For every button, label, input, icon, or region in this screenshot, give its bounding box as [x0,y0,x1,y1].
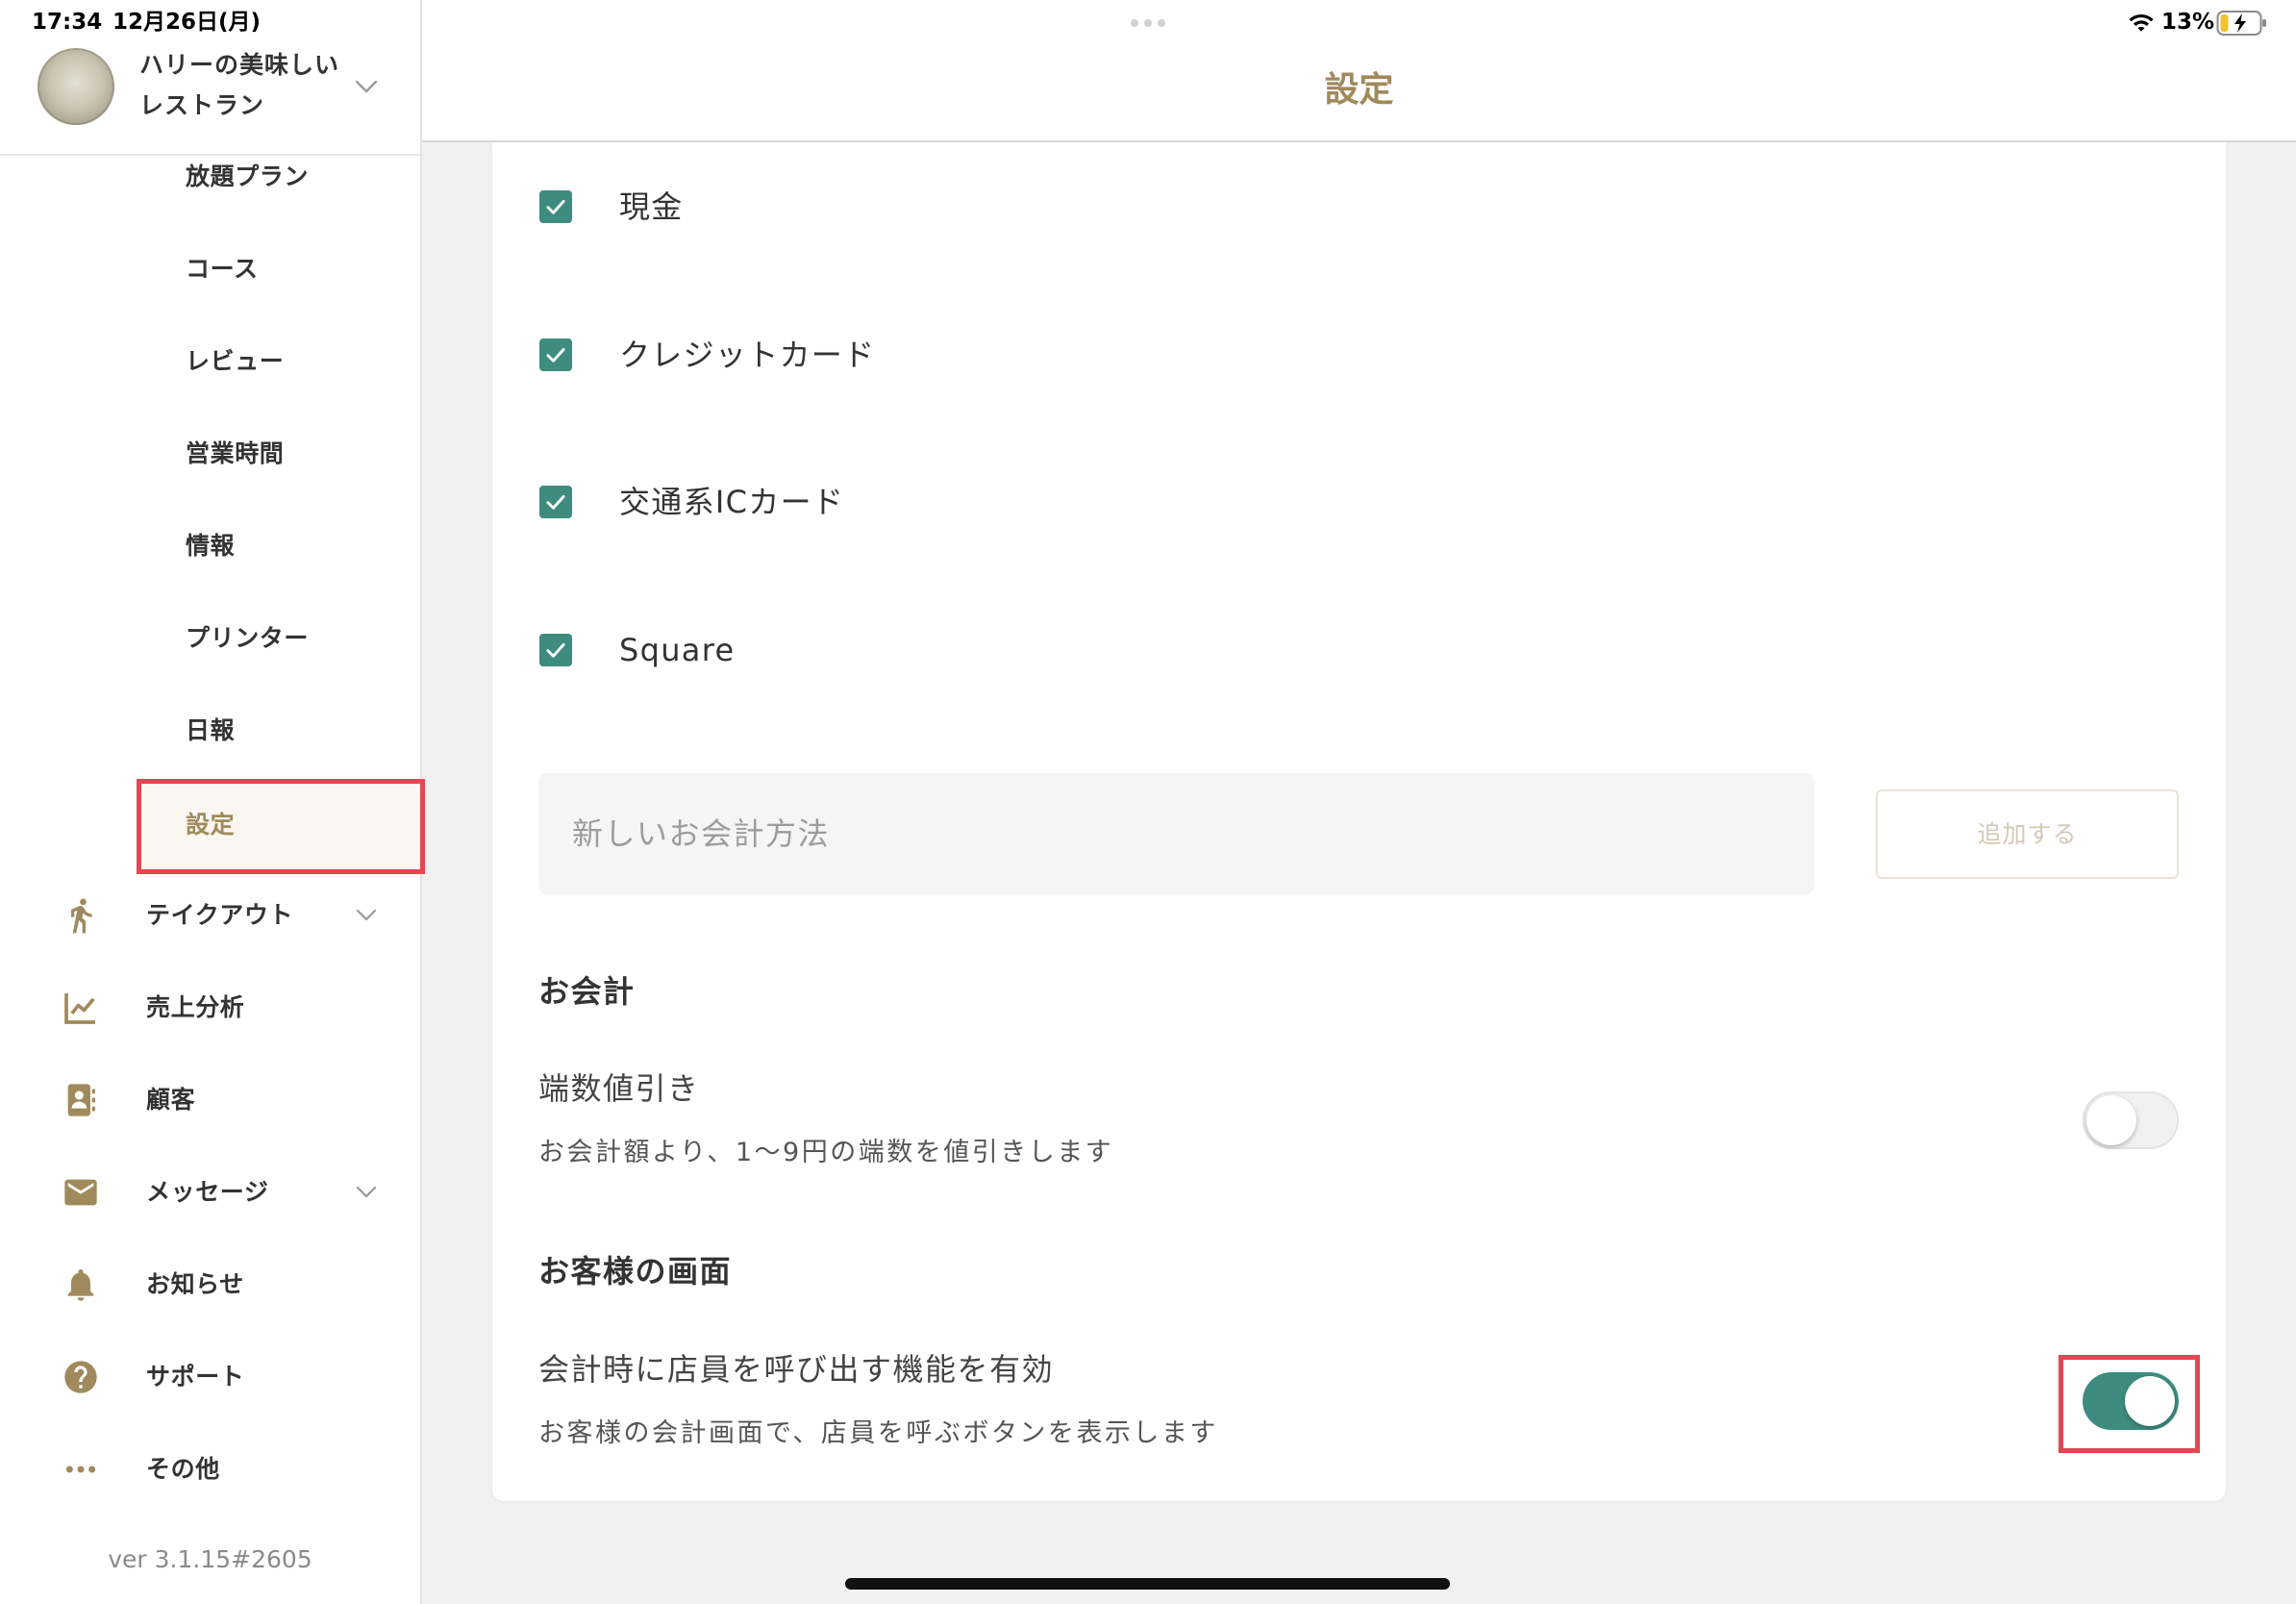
walking-person-icon [62,896,100,935]
sidebar-item-other[interactable]: その他 [0,1423,420,1516]
sidebar-item-customers[interactable]: 顧客 [0,1054,420,1146]
status-time: 17:34 [32,10,103,35]
sidebar-item-reviews[interactable]: レビュー [0,315,420,408]
sidebar-item-label: お知らせ [146,1270,244,1298]
sidebar-item-label: プリンター [186,624,310,652]
line-chart-icon [62,989,100,1027]
app-version: ver 3.1.15#2605 [108,1545,312,1573]
main-header: 設定 [422,0,2296,142]
battery-charging-icon [2216,10,2268,37]
contact-card-icon [62,1081,100,1119]
restaurant-name-line-2: レストラン [139,91,265,119]
restaurant-avatar [37,48,114,125]
check-icon [546,642,565,658]
envelope-icon [62,1173,100,1212]
sidebar-item-printer[interactable]: プリンター [0,592,420,685]
payment-method-label: Square [619,632,736,668]
setting-description-call-staff: お客様の会計画面で、店員を呼ぶボタンを表示します [538,1418,1218,1448]
sidebar-item-label: 顧客 [146,1086,196,1114]
highlight-box-call-staff-toggle [2059,1355,2200,1453]
setting-title-call-staff: 会計時に店員を呼び出す機能を有効 [538,1351,1055,1388]
sidebar-item-daily-report[interactable]: 日報 [0,685,420,777]
sidebar-item-label: メッセージ [146,1178,269,1206]
check-icon [546,347,565,363]
sidebar-item-label: その他 [146,1455,220,1483]
sidebar-item-info[interactable]: 情報 [0,500,420,592]
section-heading-checkout: お会計 [538,973,636,1010]
restaurant-name-line-1: ハリーの美味しい [139,51,340,79]
more-dots-icon [62,1450,100,1489]
multitasking-dots-icon[interactable] [1125,17,1171,29]
add-payment-method-button[interactable]: 追加する [1876,789,2179,879]
sidebar-item-label: サポート [146,1363,245,1391]
payment-method-checkbox[interactable] [539,486,572,518]
sidebar-item-messages[interactable]: メッセージ [0,1146,420,1239]
sidebar-item-takeout[interactable]: テイクアウト [0,869,420,962]
sidebar-item-support[interactable]: サポート [0,1331,420,1423]
highlight-box-settings [137,779,425,874]
payment-method-label: 現金 [619,188,684,225]
setting-description-rounding-discount: お会計額より、1〜9円の端数を値引きします [538,1138,1114,1167]
section-heading-customer-screen: お客様の画面 [538,1253,733,1290]
sidebar-item-label: 情報 [186,532,236,560]
status-date: 12月26日(月) [112,10,262,35]
sidebar-item-course[interactable]: コース [0,223,420,315]
toggle-knob [2086,1095,2136,1145]
check-icon [546,494,565,510]
help-circle-icon [62,1358,100,1396]
payment-method-label: クレジットカード [619,337,876,373]
sidebar-item-label: レビュー [186,347,285,375]
sidebar-item-label: 売上分析 [146,993,245,1021]
chevron-down-icon[interactable] [355,79,378,94]
chevron-down-icon[interactable] [356,909,377,922]
sidebar-item-label: 日報 [186,716,236,744]
payment-method-checkbox[interactable] [539,338,572,371]
check-icon [546,199,565,214]
sidebar-item-label: 営業時間 [186,439,285,467]
sidebar-item-business-hours[interactable]: 営業時間 [0,408,420,500]
payment-method-checkbox[interactable] [539,190,572,223]
payment-method-checkbox[interactable] [539,634,572,666]
battery-percent: 13% [2161,10,2215,35]
setting-title-rounding-discount: 端数値引き [538,1070,700,1107]
rounding-discount-toggle[interactable] [2083,1091,2179,1149]
new-payment-method-input[interactable] [538,773,1814,894]
wifi-icon [2128,11,2155,34]
sidebar-item-label: コース [186,255,259,283]
page-title: 設定 [1324,70,1394,110]
home-indicator[interactable] [845,1578,1450,1590]
payment-method-label: 交通系ICカード [619,484,845,520]
sidebar-item-notifications[interactable]: お知らせ [0,1239,420,1331]
sidebar-item-label: テイクアウト [146,901,294,929]
bell-icon [62,1266,100,1304]
sidebar-item-sales-analysis[interactable]: 売上分析 [0,962,420,1054]
chevron-down-icon[interactable] [356,1186,377,1199]
